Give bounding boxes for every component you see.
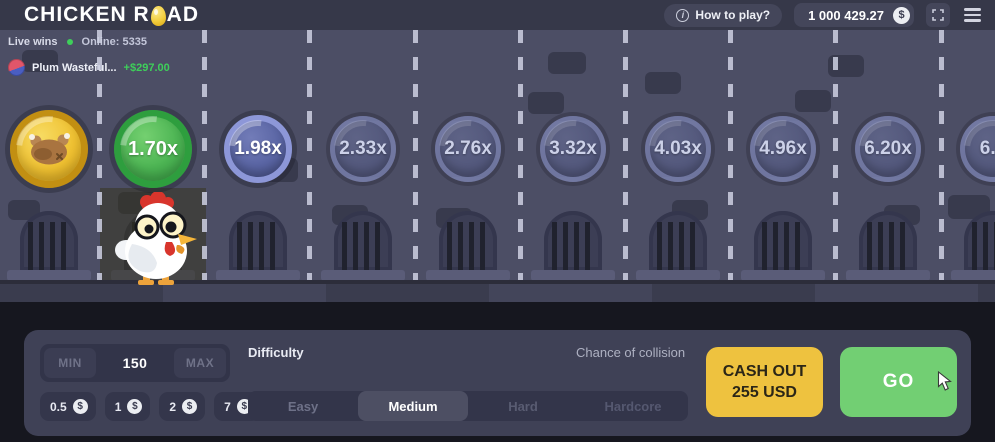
dollar-icon: $ [72,399,88,414]
winner-name: Plum Wasteful... [32,61,117,74]
sewer-grate [964,211,995,271]
chip-0.5-button[interactable]: 0.5 $ [40,392,96,421]
difficulty-tabs: Easy Medium Hard Hardcore [248,391,688,421]
how-to-play-button[interactable]: i How to play? [664,3,783,27]
coin-multiplier-current: 1.70x [114,110,192,188]
lane-divider [97,30,102,280]
lane-divider [623,30,628,280]
chicken-road-app: CHICKEN R AD i How to play? 1 000 429.27 … [0,0,995,442]
chicken-character [112,191,200,291]
sewer-grate [439,211,497,271]
chance-of-collision-label: Chance of collision [576,345,686,360]
coin-multiplier: 6.9 [960,116,995,182]
balance-amount: 1 000 429.27 [808,7,884,23]
coin-multiplier: 6.20x [855,116,921,182]
sewer-grate [859,211,917,271]
multiplier-label: 2.76x [444,138,492,159]
coin-multiplier-next: 1.98x [224,115,292,183]
logo: CHICKEN R AD [24,3,199,27]
bet-min-button[interactable]: MIN [44,348,96,378]
lane-divider [939,30,944,280]
tab-easy[interactable]: Easy [248,391,358,421]
go-button[interactable]: GO [840,347,957,417]
live-wins-panel: Live wins Online: 5335 Plum Wasteful... … [8,36,170,76]
bet-max-button[interactable]: MAX [174,348,226,378]
coin-collected-gold [10,110,88,188]
multiplier-label: 1.98x [234,138,282,159]
fullscreen-icon [932,9,944,21]
lane-divider [413,30,418,280]
tab-medium[interactable]: Medium [358,391,468,421]
logo-text-left: CHICKEN R [24,3,150,26]
multiplier-label: 4.96x [759,138,807,159]
dollar-icon: $ [127,399,143,414]
sewer-grate [649,211,707,271]
bet-chips: 0.5 $ 1 $ 2 $ 7 $ [40,392,260,421]
menu-icon [964,8,981,11]
coin-multiplier: 2.76x [435,116,501,182]
road-patch [795,90,831,112]
egg-icon [150,6,166,26]
multiplier-label: 6.20x [864,138,912,159]
logo-text-right: AD [166,3,200,26]
coin-multiplier: 4.96x [750,116,816,182]
winner-avatar [8,59,25,76]
menu-button[interactable] [962,4,983,26]
sewer-grate [544,211,602,271]
chip-2-button[interactable]: 2 $ [159,392,206,421]
sewer-grate [20,211,78,271]
live-wins-title: Live wins [8,36,58,48]
lane-divider [833,30,838,280]
lane-divider [202,30,207,280]
dollar-icon: $ [182,399,198,414]
top-bar-actions: i How to play? 1 000 429.27 $ [664,3,983,27]
tab-hardcore[interactable]: Hardcore [578,391,688,421]
winner-amount: +$297.00 [123,61,170,74]
online-dot-icon [66,39,73,45]
info-icon: i [676,8,690,22]
coin-multiplier: 4.03x [645,116,711,182]
multiplier-label: 3.32x [549,138,597,159]
lane-divider [518,30,523,280]
online-count: Online: 5335 [82,36,147,48]
lane-divider [728,30,733,280]
coin-multiplier: 2.33x [330,116,396,182]
lane-divider [307,30,312,280]
coin-multiplier: 3.32x [540,116,606,182]
difficulty-label: Difficulty [248,345,304,360]
balance-display[interactable]: 1 000 429.27 $ [794,3,914,27]
multiplier-label: 6.9 [979,138,995,159]
tab-hard[interactable]: Hard [468,391,578,421]
winner-row[interactable]: Plum Wasteful... +$297.00 [8,59,170,76]
bet-amount-input[interactable]: 150 [96,355,174,371]
top-bar: CHICKEN R AD i How to play? 1 000 429.27 … [0,0,995,30]
mouse-cursor-icon [937,370,952,397]
road-patch [548,52,586,74]
road-patch [528,92,564,114]
chip-1-button[interactable]: 1 $ [104,392,151,421]
dollar-coin-icon: $ [893,6,910,24]
roast-chicken-icon [29,133,70,165]
multiplier-label: 4.03x [654,138,702,159]
sewer-grate [334,211,392,271]
fullscreen-button[interactable] [926,3,950,27]
road-patch [645,72,681,94]
bet-amount-group: MIN 150 MAX [40,344,230,382]
cash-out-button[interactable]: CASH OUT 255 USD [706,347,823,417]
multiplier-label: 1.70x [127,137,179,160]
how-to-play-label: How to play? [695,8,771,22]
multiplier-label: 2.33x [339,138,387,159]
sewer-grate [229,211,287,271]
control-panel: MIN 150 MAX 0.5 $ 1 $ 2 $ 7 $ Difficulty Cha… [24,330,971,436]
sewer-grate [754,211,812,271]
